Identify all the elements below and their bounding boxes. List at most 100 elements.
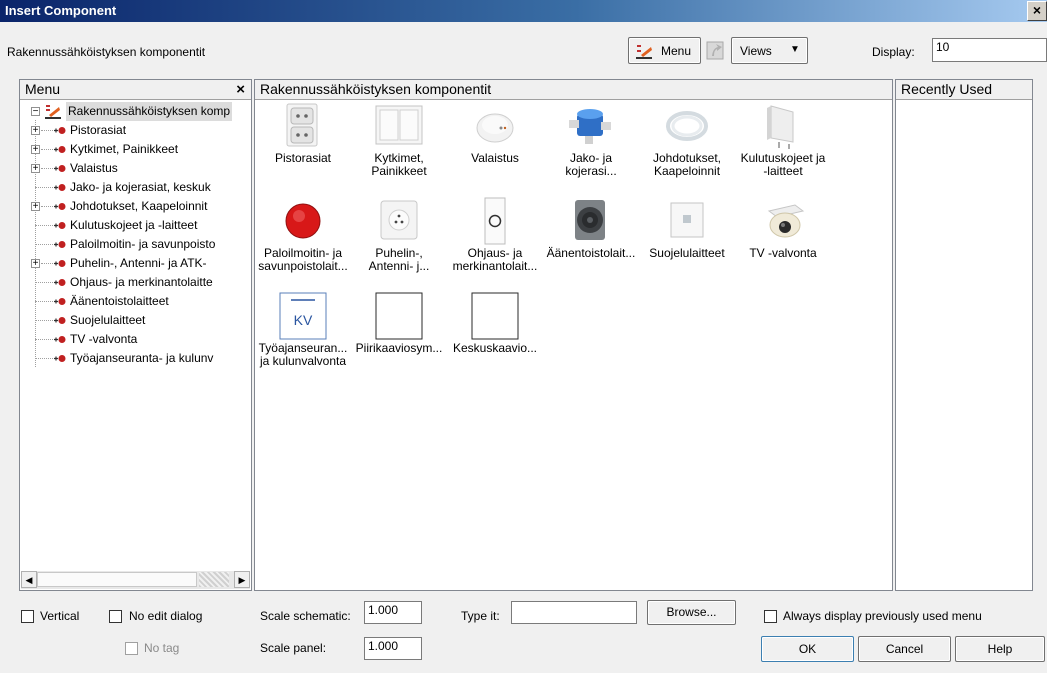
always-display-checkbox[interactable] [764,610,777,623]
menu-toggle-button[interactable]: Menu [628,37,701,64]
tree-horizontal-scrollbar[interactable]: ◀ ▶ [21,571,250,589]
tree-item[interactable]: Paloilmoitin- ja savunpoisto [20,235,251,254]
tree-item-label: Johdotukset, Kaapeloinnit [70,199,208,213]
menu-toggle-label: Menu [661,44,692,58]
component-node-icon [54,146,66,153]
help-button[interactable]: Help [955,636,1045,662]
tree-connector [35,282,53,283]
tree-connector [41,130,53,131]
menu-icon [636,45,652,59]
scale-panel-label: Scale panel: [260,641,327,655]
vertical-checkbox[interactable] [21,610,34,623]
component-item[interactable]: Kytkimet, Painikkeet [351,102,447,192]
scroll-thumb[interactable] [37,572,197,587]
component-label-line1: Piirikaaviosym... [355,341,443,355]
tree-item[interactable]: TV -valvonta [20,330,251,349]
tree-item[interactable]: Äänentoistolaitteet [20,292,251,311]
tree-item[interactable]: Työajanseuranta- ja kulunv [20,349,251,368]
component-label-line2: Kaapeloinnit [653,164,721,178]
tree-item-label: Puhelin-, Antenni- ja ATK- [70,256,207,270]
tree-item[interactable]: Kulutuskojeet ja -laitteet [20,216,251,235]
blank-icon [471,292,519,340]
browse-button[interactable]: Browse... [647,600,736,625]
scroll-track[interactable] [199,572,229,587]
no-tag-label: No tag [144,641,180,655]
views-dropdown-button[interactable]: Views ▼ [731,37,808,64]
menu-panel-title: Menu [25,81,61,97]
type-it-input[interactable] [511,601,637,624]
expand-icon[interactable]: + [31,202,40,212]
tree-item-label: Paloilmoitin- ja savunpoisto [70,237,216,251]
tree-connector [35,358,53,359]
component-label-line2: ja kulunvalvonta [259,354,347,368]
component-label-line2: Painikkeet [371,164,427,178]
tree-item[interactable]: + Valaistus [20,159,251,178]
tree-item[interactable]: Suojelulaitteet [20,311,251,330]
component-item[interactable]: KV Työajanseuran... ja kulunvalvonta [255,292,351,382]
component-item[interactable]: Piirikaaviosym... [351,292,447,382]
expand-icon[interactable]: + [31,259,40,269]
tree-item[interactable]: + Puhelin-, Antenni- ja ATK- [20,254,251,273]
component-node-icon [54,260,66,267]
tree-item[interactable]: Jako- ja kojerasiat, keskuk [20,178,251,197]
expand-icon[interactable]: + [31,126,40,136]
expand-icon[interactable]: + [31,164,40,174]
menu-panel-header: Menu × [20,80,251,100]
no-tag-checkbox[interactable] [125,642,138,655]
tree-item[interactable]: + Kytkimet, Painikkeet [20,140,251,159]
scale-schematic-label: Scale schematic: [260,609,351,623]
component-item[interactable]: TV -valvonta [735,197,831,287]
tree-item[interactable]: Ohjaus- ja merkinantolaitte [20,273,251,292]
component-item[interactable]: Valaistus [447,102,543,192]
component-label: Jako- ja kojerasi... [543,152,639,178]
component-node-icon [54,222,66,229]
component-label: Suojelulaitteet [639,247,735,260]
tree-item-label: Pistorasiat [70,123,127,137]
cancel-button[interactable]: Cancel [858,636,951,662]
component-item[interactable]: Paloilmoitin- ja savunpoistolait... [255,197,351,287]
component-node-icon [54,165,66,172]
component-item[interactable]: Kulutuskojeet ja -laitteet [735,102,831,192]
no-edit-dialog-checkbox[interactable] [109,610,122,623]
up-level-button[interactable] [704,39,728,63]
component-item[interactable]: Keskuskaavio... [447,292,543,382]
close-window-button[interactable]: × [1027,1,1047,21]
component-item[interactable]: Äänentoistolait... [543,197,639,287]
always-display-label: Always display previously used menu [783,609,982,623]
component-label-line2: savunpoistolait... [258,259,348,273]
component-node-icon [54,203,66,210]
tree-root-item[interactable]: − Rakennussähköistyksen komp [20,102,251,121]
tree-connector [41,206,53,207]
push-button-icon [484,197,506,245]
components-panel: Rakennussähköistyksen komponentit Pistor… [254,79,893,591]
ok-button[interactable]: OK [761,636,854,662]
scale-panel-input[interactable]: 1.000 [364,637,422,660]
tree-item[interactable]: + Pistorasiat [20,121,251,140]
kv-symbol-icon: KV [279,292,327,340]
expand-icon[interactable]: + [31,145,40,155]
component-node-icon [54,317,66,324]
component-label-line1: Keskuskaavio... [452,341,538,355]
component-item[interactable]: Suojelulaitteet [639,197,735,287]
scroll-left-arrow-icon[interactable]: ◀ [21,571,37,588]
tree-connector [35,225,53,226]
component-item[interactable]: Johdotukset, Kaapeloinnit [639,102,735,192]
component-item[interactable]: Pistorasiat [255,102,351,192]
tree-connector [41,149,53,150]
component-label: Ohjaus- ja merkinantolait... [447,247,543,273]
close-menu-panel-icon[interactable]: × [236,80,245,99]
component-item[interactable]: Jako- ja kojerasi... [543,102,639,192]
components-panel-title: Rakennussähköistyksen komponentit [260,81,492,97]
tree-connector [35,244,53,245]
component-node-icon [54,279,66,286]
component-node-icon [54,241,66,248]
display-count-input[interactable]: 10 [932,38,1047,62]
component-item[interactable]: Ohjaus- ja merkinantolait... [447,197,543,287]
scroll-right-arrow-icon[interactable]: ▶ [234,571,250,588]
component-item[interactable]: Puhelin-, Antenni- j... [351,197,447,287]
component-label-line2: merkinantolait... [452,259,538,273]
scale-schematic-input[interactable]: 1.000 [364,601,422,624]
collapse-icon[interactable]: − [31,107,40,117]
tree-item[interactable]: + Johdotukset, Kaapeloinnit [20,197,251,216]
cable-coil-icon [666,111,708,141]
